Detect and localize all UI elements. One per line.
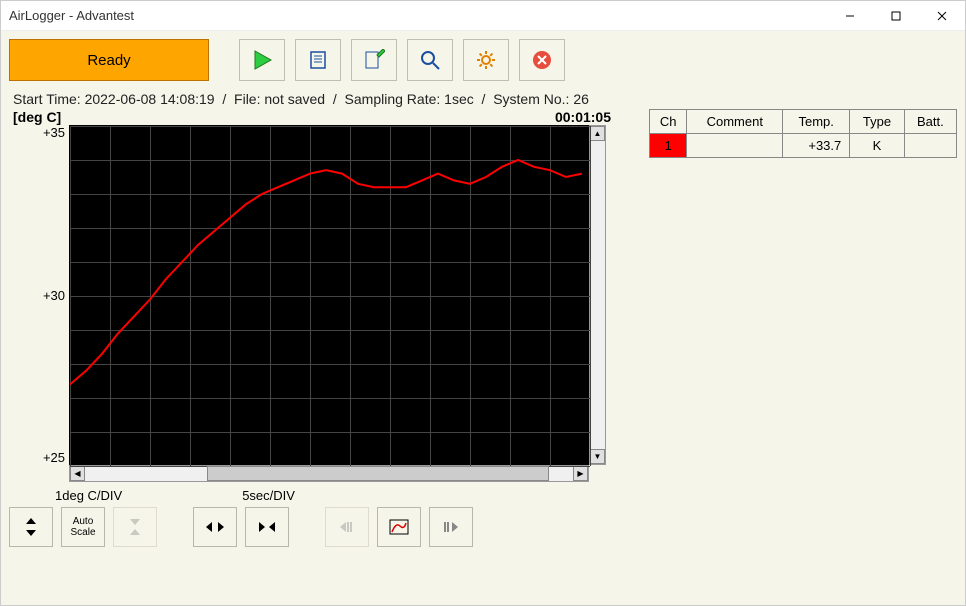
y-tick: +25 [43, 450, 65, 465]
edit-button[interactable] [351, 39, 397, 81]
elapsed-time: 00:01:05 [555, 109, 611, 125]
titlebar: AirLogger - Advantest [1, 1, 965, 31]
sampling-value: 1sec [444, 91, 474, 107]
y-axis: +35 +30 +25 [9, 125, 69, 465]
play-button[interactable] [239, 39, 285, 81]
window-title: AirLogger - Advantest [9, 8, 827, 23]
vertical-scrollbar[interactable]: ▲ ▼ [589, 125, 606, 465]
chart-plot [69, 125, 589, 465]
cell-type: K [850, 134, 904, 158]
col-comment: Comment [687, 110, 783, 134]
start-time-value: 2022-06-08 14:08:19 [85, 91, 215, 107]
maximize-button[interactable] [873, 1, 919, 31]
col-type: Type [850, 110, 904, 134]
y-tick: +30 [43, 288, 65, 303]
channel-table: Ch Comment Temp. Type Batt. 1 +33.7 K [649, 109, 957, 158]
scroll-left-icon[interactable]: ◀ [70, 466, 85, 481]
system-label: System No.: [493, 91, 569, 107]
scroll-newest-button[interactable] [429, 507, 473, 547]
x-zoom-out-button[interactable] [193, 507, 237, 547]
ready-button[interactable]: Ready [9, 39, 209, 81]
cell-batt [904, 134, 956, 158]
settings-button[interactable] [463, 39, 509, 81]
stop-button[interactable] [519, 39, 565, 81]
x-div-label: 5sec/DIV [242, 488, 295, 503]
minimize-button[interactable] [827, 1, 873, 31]
report-button[interactable] [295, 39, 341, 81]
y-div-label: 1deg C/DIV [55, 488, 122, 503]
file-label: File: [234, 91, 260, 107]
cell-temp: +33.7 [783, 134, 850, 158]
system-value: 26 [573, 91, 589, 107]
start-time-label: Start Time: [13, 91, 81, 107]
scroll-thumb[interactable] [207, 466, 549, 481]
col-batt: Batt. [904, 110, 956, 134]
file-value: not saved [264, 91, 325, 107]
close-window-button[interactable] [919, 1, 965, 31]
scroll-up-icon[interactable]: ▲ [590, 126, 605, 141]
y-unit-label: [deg C] [13, 109, 61, 125]
chart-controls: Auto Scale [9, 507, 639, 547]
y-tick: +35 [43, 125, 65, 140]
fit-curve-button[interactable] [377, 507, 421, 547]
col-ch: Ch [650, 110, 687, 134]
cell-ch: 1 [650, 134, 687, 158]
col-temp: Temp. [783, 110, 850, 134]
auto-scale-button[interactable]: Auto Scale [61, 507, 105, 547]
scroll-right-icon[interactable]: ▶ [573, 466, 588, 481]
horizontal-scrollbar[interactable]: ◀ ▶ [69, 465, 589, 482]
table-row[interactable]: 1 +33.7 K [650, 134, 957, 158]
app-window: AirLogger - Advantest Ready [0, 0, 966, 606]
cell-comment [687, 134, 783, 158]
y-compress-button [113, 507, 157, 547]
status-line: Start Time: 2022-06-08 14:08:19 / File: … [13, 91, 957, 107]
search-button[interactable] [407, 39, 453, 81]
toolbar: Ready [9, 39, 957, 81]
y-zoom-button[interactable] [9, 507, 53, 547]
scroll-down-icon[interactable]: ▼ [590, 449, 605, 464]
x-zoom-in-button[interactable] [245, 507, 289, 547]
sampling-label: Sampling Rate: [345, 91, 441, 107]
scroll-oldest-button [325, 507, 369, 547]
